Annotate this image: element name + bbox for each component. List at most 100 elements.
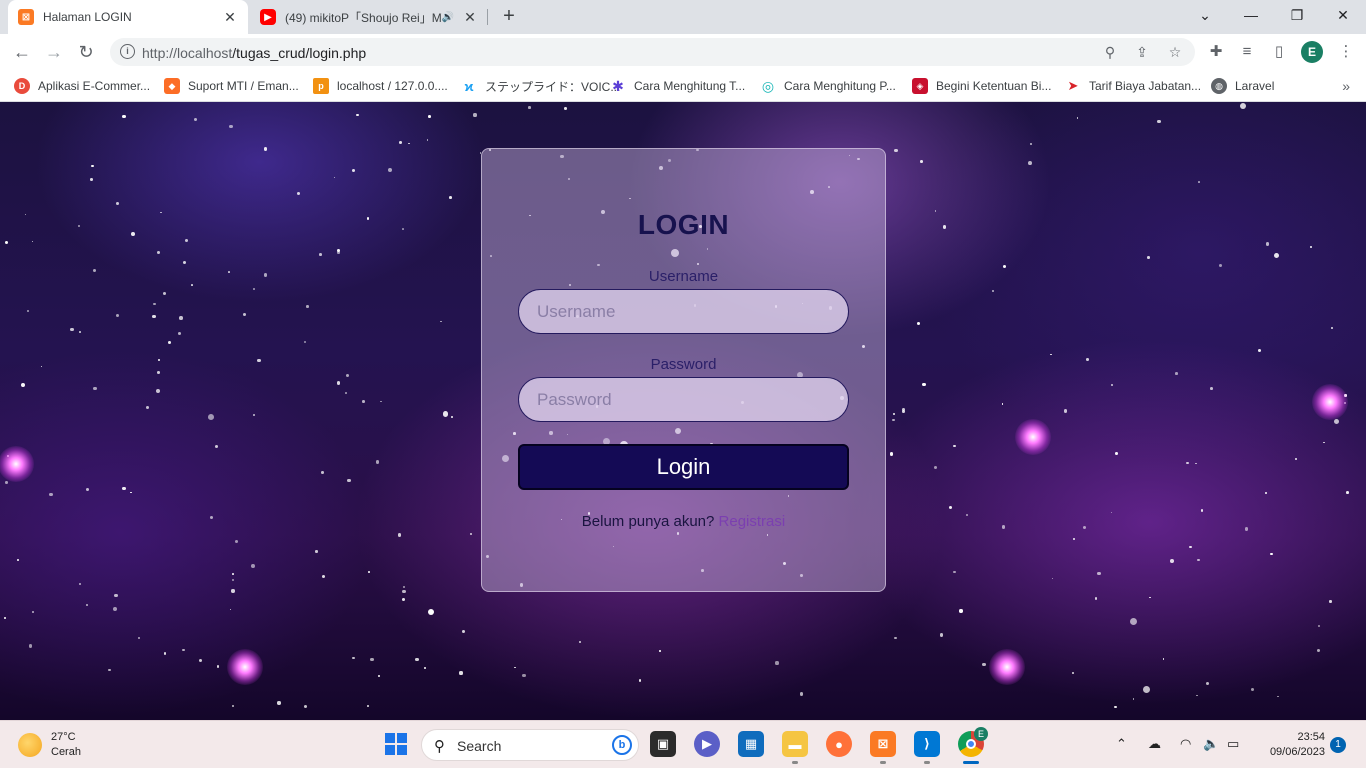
back-button[interactable]: ← [11, 41, 33, 63]
star-dot [953, 444, 956, 448]
star-dot [1197, 558, 1200, 562]
url-text[interactable]: http://localhost/tugas_crud/login.php [142, 45, 366, 61]
star-dot [427, 609, 435, 616]
bookmark-item[interactable]: ϰ ステップライド：VOIC... [461, 77, 621, 95]
star-dot [939, 632, 944, 637]
star-dot [26, 310, 29, 313]
firefox-icon[interactable]: ● [826, 731, 852, 757]
star-dot [1294, 457, 1298, 461]
onedrive-icon[interactable]: ☁ [1148, 736, 1161, 752]
forward-button[interactable]: → [43, 41, 65, 63]
reload-button[interactable]: ↻ [75, 41, 97, 63]
star-dot [184, 239, 189, 243]
star-dot [563, 107, 567, 110]
gitlab-icon: ◆ [164, 78, 180, 94]
task-view-icon[interactable]: ▣ [650, 731, 676, 757]
search-icon: ⚲ [434, 738, 445, 755]
wifi-icon[interactable]: ◠ [1180, 736, 1191, 752]
zoom-search-icon[interactable]: ⚲ [1102, 44, 1118, 60]
volume-icon[interactable]: 🔈 [1203, 736, 1219, 752]
bookmark-item[interactable]: p localhost / 127.0.0.... [313, 77, 448, 95]
username-input[interactable] [518, 289, 849, 334]
more-bookmarks-icon[interactable]: » [1342, 78, 1350, 94]
vscode-icon[interactable]: ⟩ [914, 731, 940, 757]
close-window-button[interactable]: ✕ [1320, 0, 1366, 30]
bookmark-star-icon[interactable]: ☆ [1167, 44, 1183, 60]
bing-icon[interactable]: b [612, 735, 632, 755]
glowing-star [227, 649, 263, 685]
menu-icon[interactable]: ⋮ [1337, 43, 1355, 61]
star-dot [1064, 409, 1068, 413]
site-info-icon[interactable]: i [120, 44, 135, 59]
system-clock[interactable]: 23:54 09/06/2023 [1255, 730, 1325, 760]
taskbar-search[interactable]: ⚲ Search b [421, 729, 639, 761]
star-dot [17, 558, 20, 561]
star-dot [1250, 688, 1255, 692]
battery-icon[interactable]: ▭ [1227, 736, 1239, 752]
star-dot [934, 210, 937, 212]
star-dot [229, 608, 232, 611]
chevron-up-icon[interactable]: ⌃ [1116, 736, 1127, 752]
bookmark-label: Cara Menghitung T... [634, 79, 746, 93]
close-icon[interactable]: ✕ [222, 9, 238, 26]
star-dot [337, 249, 341, 253]
new-tab-button[interactable]: + [499, 6, 519, 26]
star-dot [356, 113, 359, 117]
address-bar[interactable]: i http://localhost/tugas_crud/login.php … [110, 38, 1195, 66]
bookmark-item[interactable]: ◈ Begini Ketentuan Bi... [912, 77, 1051, 95]
star-dot [158, 359, 160, 362]
weather-temp: 27°C [51, 731, 76, 743]
star-dot [1129, 618, 1137, 626]
restore-button[interactable]: ❐ [1274, 0, 1320, 30]
star-dot [1329, 600, 1332, 603]
star-dot [901, 409, 905, 413]
login-button[interactable]: Login [518, 444, 849, 490]
weather-widget[interactable]: 27°C Cerah [18, 730, 81, 760]
bookmark-item[interactable]: ➤ Tarif Biaya Jabatan... [1065, 77, 1202, 95]
bookmark-item[interactable]: ◆ Suport MTI / Eman... [164, 77, 299, 95]
star-dot [231, 589, 235, 593]
media-control-icon[interactable]: ≡ [1238, 43, 1256, 61]
side-panel-icon[interactable]: ▯ [1270, 43, 1288, 61]
tab-halaman-login[interactable]: ⊠ Halaman LOGIN ✕ [8, 0, 248, 34]
star-dot [469, 532, 472, 535]
star-dot [366, 705, 369, 707]
notification-badge[interactable]: 1 [1330, 737, 1346, 753]
star-dot [1209, 386, 1213, 390]
tab-title: (49) mikitoP「Shoujo Rei」MV [285, 10, 442, 25]
tab-youtube[interactable]: ▶ (49) mikitoP「Shoujo Rei」MV 🔊 ✕ [252, 0, 486, 34]
star-dot [1170, 559, 1174, 564]
star-dot [1114, 452, 1118, 455]
profile-avatar[interactable]: E [1301, 41, 1323, 63]
bookmark-label: Begini Ketentuan Bi... [936, 79, 1052, 93]
bookmark-item[interactable]: ◎ Cara Menghitung P... [760, 77, 896, 95]
bookmark-item[interactable]: ✱ Cara Menghitung T... [610, 77, 745, 95]
file-explorer-icon[interactable]: ▬ [782, 731, 808, 757]
star-dot [130, 491, 132, 494]
star-dot [388, 167, 393, 172]
star-dot [257, 358, 262, 363]
windows-start-icon[interactable] [383, 731, 409, 757]
star-dot [1051, 577, 1054, 580]
star-dot [1082, 525, 1086, 530]
star-dot [122, 114, 126, 119]
store-icon[interactable]: ▦ [738, 731, 764, 757]
tab-search-icon[interactable]: ⌄ [1182, 0, 1228, 30]
star-dot [1149, 596, 1152, 599]
bookmark-item[interactable]: D Aplikasi E-Commer... [14, 77, 150, 95]
close-icon[interactable]: ✕ [462, 9, 478, 26]
password-input[interactable] [518, 377, 849, 422]
star-dot [209, 516, 213, 520]
xampp-icon[interactable]: ⊠ [870, 731, 896, 757]
star-dot [157, 371, 160, 375]
minimize-button[interactable]: — [1228, 0, 1274, 30]
extensions-icon[interactable]: ✚ [1207, 43, 1225, 61]
star-dot [93, 386, 97, 391]
audio-playing-icon[interactable]: 🔊 [442, 12, 454, 23]
share-icon[interactable]: ⇪ [1134, 44, 1150, 60]
star-dot [402, 589, 406, 593]
star-dot [449, 195, 453, 199]
chat-icon[interactable]: ▶ [694, 731, 720, 757]
bookmark-item[interactable]: ◍ Laravel [1211, 77, 1274, 95]
register-link[interactable]: Registrasi [719, 513, 786, 530]
